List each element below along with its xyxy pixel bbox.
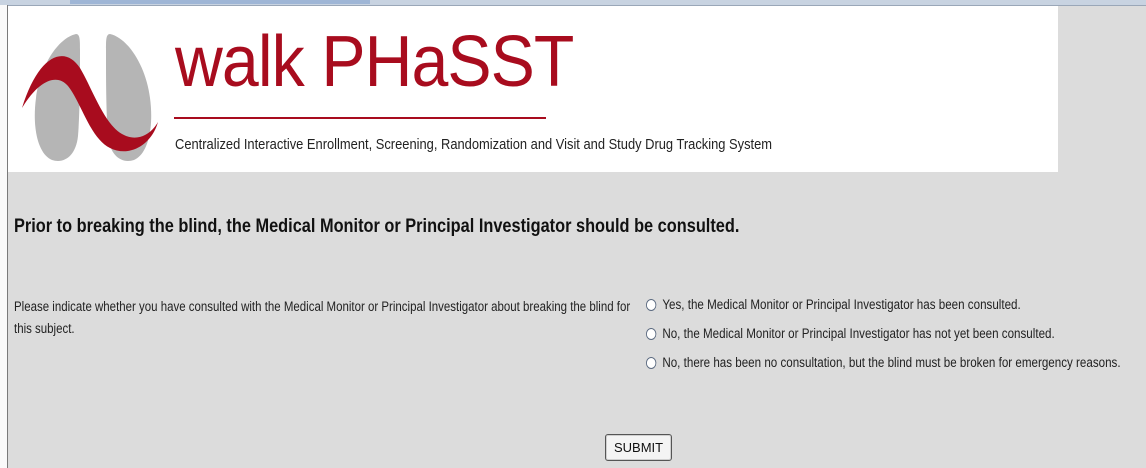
option-consulted-label: Yes, the Medical Monitor or Principal In… (662, 297, 1021, 312)
radio-emergency[interactable] (646, 356, 657, 369)
app-subtitle: Centralized Interactive Enrollment, Scre… (175, 136, 773, 153)
consultation-question: Please indicate whether you have consult… (14, 299, 631, 336)
option-emergency[interactable]: No, there has been no consultation, but … (646, 352, 1121, 373)
lungs-logo-icon (22, 34, 158, 161)
consultation-options: Yes, the Medical Monitor or Principal In… (646, 294, 1121, 381)
page-heading: Prior to breaking the blind, the Medical… (14, 216, 740, 237)
window-left-edge (0, 5, 8, 468)
brand-underline (174, 117, 546, 119)
radio-consulted[interactable] (646, 298, 657, 311)
radio-not-consulted[interactable] (646, 327, 657, 340)
app-brand-title: walk PHaSST (175, 22, 574, 102)
header-banner: walk PHaSST Centralized Interactive Enro… (8, 6, 1058, 172)
option-not-consulted-label: No, the Medical Monitor or Principal Inv… (662, 326, 1055, 341)
browser-tab-strip (70, 0, 370, 4)
option-not-consulted[interactable]: No, the Medical Monitor or Principal Inv… (646, 323, 1121, 344)
option-emergency-label: No, there has been no consultation, but … (662, 355, 1121, 370)
option-consulted[interactable]: Yes, the Medical Monitor or Principal In… (646, 294, 1121, 315)
submit-button[interactable]: SUBMIT (605, 434, 673, 461)
